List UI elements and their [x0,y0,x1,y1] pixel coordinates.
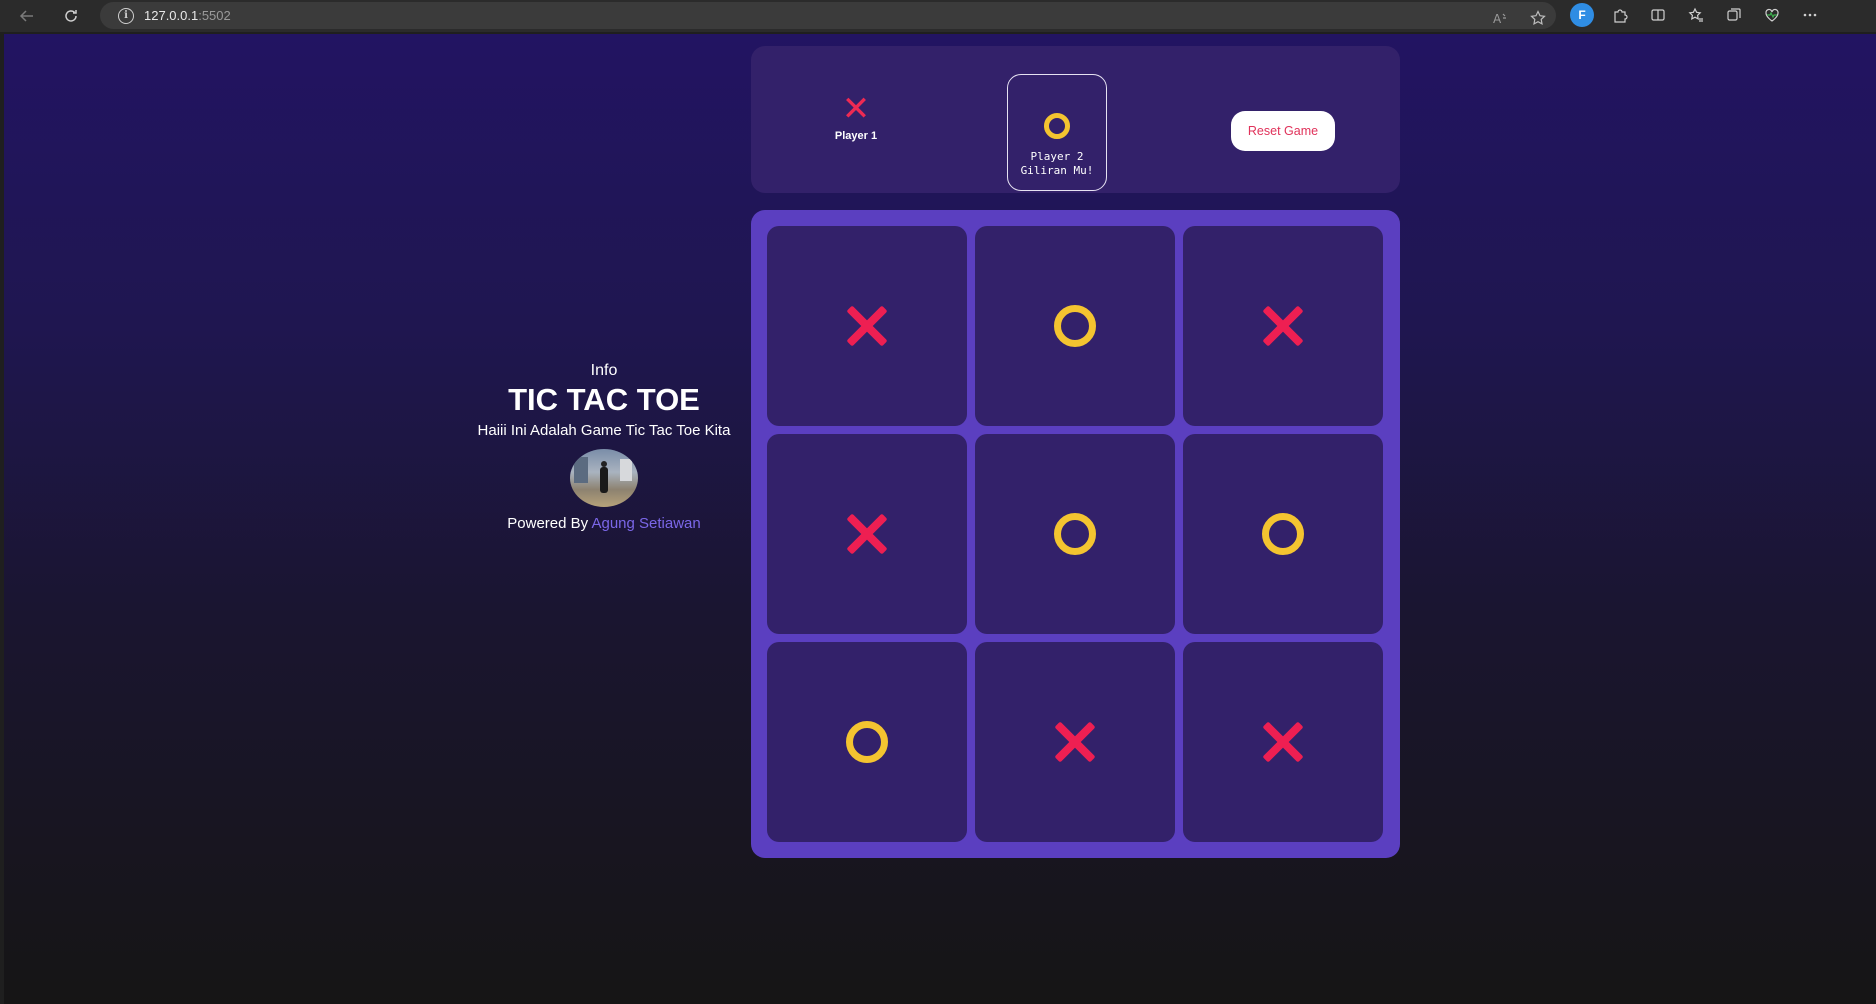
player-1-card: ✕ Player 1 [821,92,891,142]
board-cell-1-2[interactable] [975,226,1175,426]
player-1-name: Player 1 [834,130,878,142]
x-mark-icon [1262,721,1304,763]
info-label: Info [590,362,618,379]
page-viewport: Info TIC TAC TOE Haiii Ini Adalah Game T… [4,34,1876,1004]
back-button[interactable] [14,3,40,29]
browser-essentials-icon[interactable] [1760,3,1784,27]
o-mark-icon [1054,305,1096,347]
board-cell-2-1[interactable] [767,434,967,634]
reset-game-button[interactable]: Reset Game [1231,111,1335,151]
more-menu-icon[interactable] [1798,3,1822,27]
x-mark-icon [1262,305,1304,347]
author-avatar [570,449,638,507]
site-info-icon[interactable]: i [118,7,134,24]
board-cell-3-3[interactable] [1183,642,1383,842]
o-mark-icon [846,721,888,763]
game-subtitle: Haiii Ini Adalah Game Tic Tac Toe Kita [477,422,731,439]
board-cell-1-3[interactable] [1183,226,1383,426]
board-cell-3-1[interactable] [767,642,967,842]
author-link[interactable]: Agung Setiawan [591,515,700,532]
player-2-name: Player 2 Giliran Mu! [1008,150,1106,178]
address-bar[interactable]: i 127.0.0.1:5502 A [100,2,1556,29]
svg-text:A: A [1493,12,1502,26]
board-cell-2-3[interactable] [1183,434,1383,634]
player-2-card-active: Player 2 Giliran Mu! [1007,74,1107,191]
board-cell-1-1[interactable] [767,226,967,426]
favorites-icon[interactable] [1684,3,1708,27]
o-mark-icon [1054,513,1096,555]
turn-indicator: Giliran Mu! [1020,164,1094,177]
x-mark-icon: ✕ [841,89,871,129]
extension-icon[interactable]: F [1570,3,1594,27]
extensions-puzzle-icon[interactable] [1608,3,1632,27]
board-cell-3-2[interactable] [975,642,1175,842]
o-mark-icon [1044,113,1070,139]
split-screen-icon[interactable] [1646,3,1670,27]
x-mark-icon [846,305,888,347]
x-mark-icon [1054,721,1096,763]
powered-by-text: Powered By Agung Setiawan [507,515,701,532]
board-cell-2-2[interactable] [975,434,1175,634]
o-mark-icon [1262,513,1304,555]
browser-toolbar: i 127.0.0.1:5502 A F [0,0,1876,32]
info-panel: Info TIC TAC TOE Haiii Ini Adalah Game T… [449,362,759,532]
player-status-panel: ✕ Player 1 Player 2 Giliran Mu! Reset Ga… [751,46,1400,193]
collections-icon[interactable] [1722,3,1746,27]
read-aloud-icon[interactable]: A [1488,6,1512,30]
reload-button[interactable] [58,3,84,29]
url-text: 127.0.0.1:5502 [144,8,231,23]
game-title: TIC TAC TOE [508,382,700,417]
game-board [751,210,1400,858]
favorite-star-icon[interactable] [1526,6,1550,30]
x-mark-icon [846,513,888,555]
